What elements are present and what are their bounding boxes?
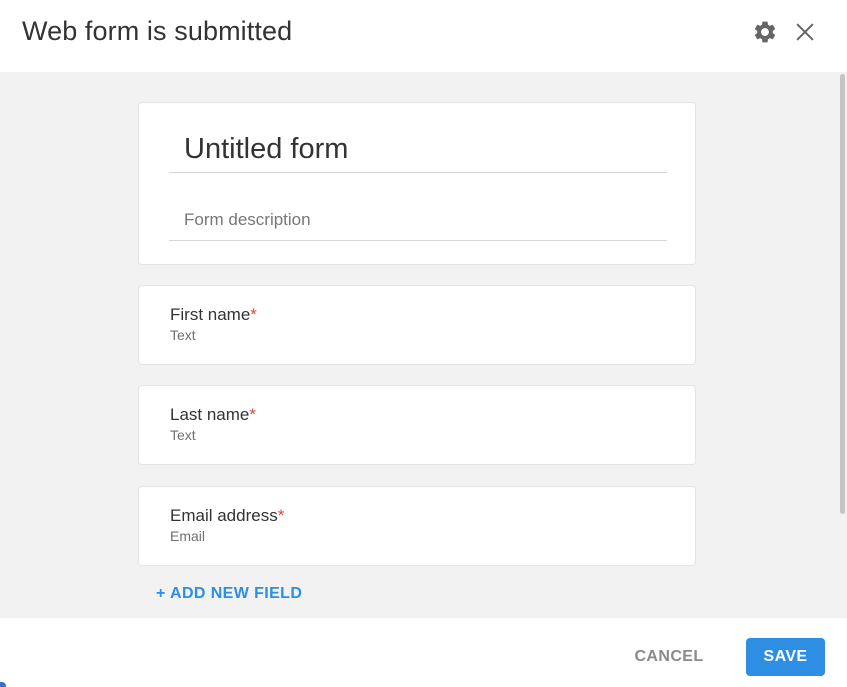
field-label: Last name* (170, 405, 256, 425)
field-type: Email (170, 528, 206, 544)
corner-accent (0, 682, 6, 687)
scrollbar[interactable] (840, 74, 845, 514)
field-card-email-address[interactable]: Email address* Email (138, 486, 696, 566)
field-card-last-name[interactable]: Last name* Text (138, 385, 696, 465)
field-label: First name* (170, 305, 257, 325)
form-editor-area: First name* Text Last name* Text Email a… (0, 72, 847, 618)
close-button[interactable] (791, 18, 819, 46)
settings-button[interactable] (751, 18, 779, 46)
form-description-input[interactable] (169, 206, 667, 241)
dialog-footer: CANCEL SAVE (0, 618, 847, 687)
field-label-text: Last name (170, 405, 250, 424)
field-label-text: First name (170, 305, 251, 324)
dialog-title: Web form is submitted (22, 16, 293, 46)
dialog-header: Web form is submitted (0, 0, 847, 72)
field-card-first-name[interactable]: First name* Text (138, 285, 696, 365)
required-asterisk: * (277, 506, 285, 525)
gear-icon (754, 21, 776, 43)
save-button[interactable]: SAVE (746, 638, 825, 676)
required-asterisk: * (250, 305, 257, 324)
required-asterisk: * (249, 405, 257, 424)
field-label: Email address* (170, 506, 284, 526)
close-icon (796, 23, 814, 41)
field-label-text: Email address (170, 506, 278, 525)
form-title-input[interactable] (169, 133, 667, 173)
field-type: Text (170, 327, 196, 343)
web-form-dialog: Web form is submitted First name* Text L… (0, 0, 847, 687)
cancel-button[interactable]: CANCEL (620, 638, 718, 676)
field-type: Text (170, 427, 196, 443)
add-new-field-button[interactable]: + ADD NEW FIELD (156, 585, 302, 603)
form-header-card (138, 102, 696, 265)
